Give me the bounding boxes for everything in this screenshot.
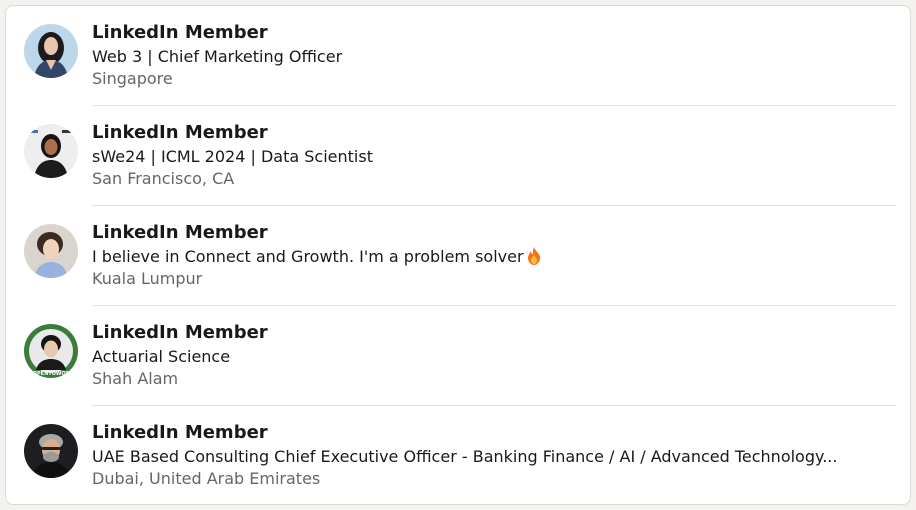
members-card: LinkedIn Member Web 3 | Chief Marketing … — [5, 5, 911, 505]
list-item[interactable]: LinkedIn Member Web 3 | Chief Marketing … — [6, 6, 910, 106]
fire-icon — [527, 247, 540, 265]
member-location: San Francisco, CA — [92, 169, 235, 188]
member-info: LinkedIn Member I believe in Connect and… — [92, 222, 896, 289]
member-location: Singapore — [92, 69, 173, 88]
member-name[interactable]: LinkedIn Member — [92, 122, 896, 144]
members-list: LinkedIn Member Web 3 | Chief Marketing … — [6, 6, 910, 504]
member-headline: sWe24 | ICML 2024 | Data Scientist — [92, 147, 373, 166]
open-to-work-badge: #OPENTOWORK — [29, 371, 75, 377]
member-headline: Actuarial Science — [92, 347, 231, 366]
avatar[interactable]: #OPENTOWORK — [24, 324, 78, 378]
member-location: Dubai, United Arab Emirates — [92, 469, 321, 488]
member-name[interactable]: LinkedIn Member — [92, 422, 896, 444]
profile-photo-icon: #OPENTOWORK — [24, 324, 78, 378]
profile-photo-icon — [24, 24, 78, 78]
list-item[interactable]: LinkedIn Member I believe in Connect and… — [6, 206, 910, 306]
member-location: Shah Alam — [92, 369, 179, 388]
member-name[interactable]: LinkedIn Member — [92, 322, 896, 344]
member-info: LinkedIn Member sWe24 | ICML 2024 | Data… — [92, 122, 896, 189]
member-info: LinkedIn Member UAE Based Consulting Chi… — [92, 422, 896, 489]
member-name[interactable]: LinkedIn Member — [92, 222, 896, 244]
member-info: LinkedIn Member Web 3 | Chief Marketing … — [92, 22, 896, 89]
headline-text: I believe in Connect and Growth. I'm a p… — [92, 247, 524, 266]
list-item[interactable]: LinkedIn Member sWe24 | ICML 2024 | Data… — [6, 106, 910, 206]
avatar[interactable] — [24, 224, 78, 278]
list-item[interactable]: #OPENTOWORK LinkedIn Member Actuarial Sc… — [6, 306, 910, 406]
member-headline: I believe in Connect and Growth. I'm a p… — [92, 246, 896, 267]
avatar[interactable] — [24, 24, 78, 78]
member-name[interactable]: LinkedIn Member — [92, 22, 896, 44]
member-headline: UAE Based Consulting Chief Executive Off… — [92, 447, 838, 466]
profile-photo-icon — [24, 424, 78, 478]
profile-photo-icon — [24, 124, 78, 178]
member-info: LinkedIn Member Actuarial Science Shah A… — [92, 322, 896, 389]
member-headline: Web 3 | Chief Marketing Officer — [92, 47, 343, 66]
member-location: Kuala Lumpur — [92, 269, 203, 288]
avatar[interactable] — [24, 424, 78, 478]
profile-photo-icon — [24, 224, 78, 278]
avatar[interactable] — [24, 124, 78, 178]
list-item[interactable]: LinkedIn Member UAE Based Consulting Chi… — [6, 406, 910, 504]
